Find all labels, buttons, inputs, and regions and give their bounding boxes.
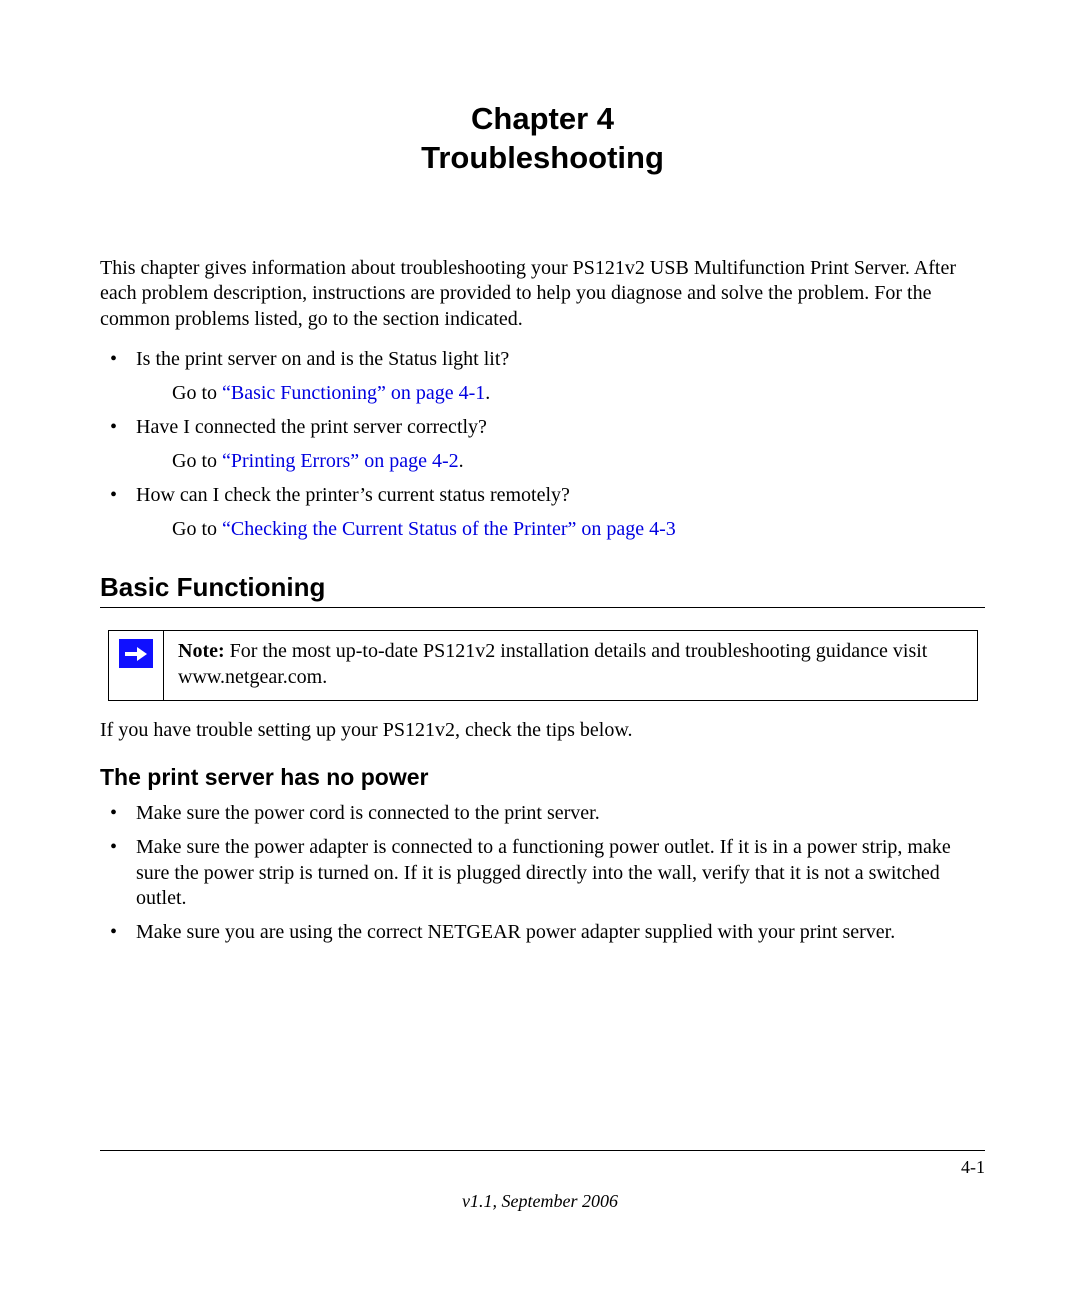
goto-line: Go to “Basic Functioning” on page 4-1.	[172, 380, 985, 406]
note-text: Note: For the most up-to-date PS121v2 in…	[164, 631, 977, 700]
cross-ref-link[interactable]: “Printing Errors” on page 4-2	[222, 450, 459, 472]
note-label: Note:	[178, 640, 230, 662]
list-item: Have I connected the print server correc…	[100, 414, 985, 474]
chapter-title: Chapter 4 Troubleshooting	[100, 100, 985, 178]
goto-line: Go to “Printing Errors” on page 4-2.	[172, 448, 985, 474]
footer-rule: 4-1	[100, 1150, 985, 1178]
section-heading-no-power: The print server has no power	[100, 764, 985, 791]
goto-prefix: Go to	[172, 382, 222, 404]
goto-suffix: .	[459, 450, 464, 472]
question-list: Is the print server on and is the Status…	[100, 346, 985, 542]
note-body: For the most up-to-date PS121v2 installa…	[178, 640, 927, 688]
page-number: 4-1	[100, 1157, 985, 1178]
question-text: How can I check the printer’s current st…	[136, 484, 570, 506]
goto-prefix: Go to	[172, 518, 222, 540]
version-line: v1.1, September 2006	[0, 1191, 1080, 1212]
list-item: Make sure the power cord is connected to…	[100, 801, 985, 827]
list-item: Make sure the power adapter is connected…	[100, 835, 985, 912]
after-note-text: If you have trouble setting up your PS12…	[100, 719, 985, 742]
chapter-number: Chapter 4	[100, 100, 985, 139]
goto-prefix: Go to	[172, 450, 222, 472]
cross-ref-link[interactable]: “Basic Functioning” on page 4-1	[222, 382, 485, 404]
question-text: Have I connected the print server correc…	[136, 416, 487, 438]
list-item: Is the print server on and is the Status…	[100, 346, 985, 406]
goto-line: Go to “Checking the Current Status of th…	[172, 516, 985, 542]
bullet-list: Make sure the power cord is connected to…	[100, 801, 985, 945]
chapter-name: Troubleshooting	[100, 139, 985, 178]
section-heading-basic-functioning: Basic Functioning	[100, 572, 985, 608]
cross-ref-link[interactable]: “Checking the Current Status of the Prin…	[222, 518, 676, 540]
question-text: Is the print server on and is the Status…	[136, 348, 509, 370]
list-item: How can I check the printer’s current st…	[100, 482, 985, 542]
goto-suffix: .	[485, 382, 490, 404]
intro-paragraph: This chapter gives information about tro…	[100, 256, 985, 333]
note-icon-cell	[109, 631, 164, 700]
list-item: Make sure you are using the correct NETG…	[100, 920, 985, 946]
note-box: Note: For the most up-to-date PS121v2 in…	[108, 630, 978, 701]
page-content: Chapter 4 Troubleshooting This chapter g…	[0, 0, 1080, 945]
arrow-right-icon	[119, 639, 153, 668]
